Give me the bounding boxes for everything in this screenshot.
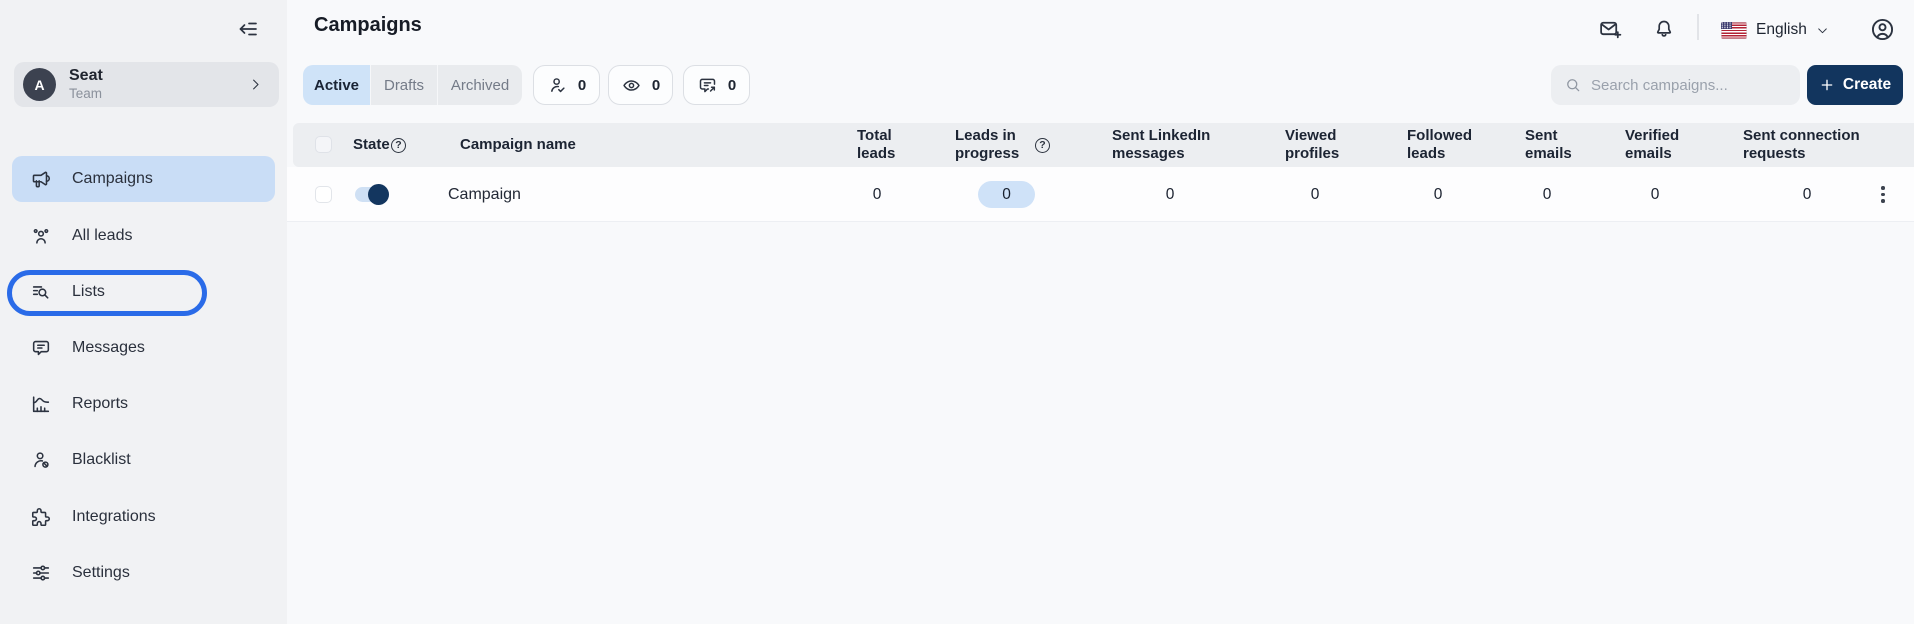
page-title: Campaigns [314, 14, 422, 37]
message-icon [30, 337, 52, 359]
sidebar-item-integrations[interactable]: Integrations [12, 494, 275, 540]
counter-value: 0 [728, 77, 736, 94]
viewed-profiles-cell: 0 [1302, 167, 1328, 222]
table-row [287, 167, 1914, 222]
sidebar-item-settings[interactable]: Settings [12, 550, 275, 596]
sidebar-item-label: Campaigns [72, 170, 153, 188]
counter-value: 0 [652, 77, 660, 94]
sidebar-item-label: Messages [72, 339, 145, 357]
sidebar-item-all-leads[interactable]: All leads [12, 213, 275, 259]
total-leads-cell: 0 [864, 167, 890, 222]
user-circle-icon[interactable] [1869, 16, 1896, 43]
search-box [1551, 65, 1800, 105]
list-search-icon [30, 281, 52, 303]
tab-drafts[interactable]: Drafts [370, 65, 437, 105]
tab-archived[interactable]: Archived [437, 65, 522, 105]
row-checkbox[interactable] [315, 186, 332, 203]
sidebar-item-label: Reports [72, 395, 128, 413]
column-header-campaign-name: Campaign name [460, 123, 576, 167]
workspace-subtitle: Team [69, 85, 103, 102]
column-header-sent-emails: Sent emails [1525, 123, 1577, 167]
workspace-switcher[interactable]: A Seat Team [14, 62, 279, 107]
users-icon [30, 225, 52, 247]
sidebar-item-label: All leads [72, 227, 132, 245]
campaign-status-tabs: Active Drafts Archived [303, 65, 522, 105]
plus-icon [1819, 77, 1835, 93]
create-button[interactable]: Create [1807, 65, 1903, 105]
state-toggle[interactable] [355, 187, 389, 202]
column-header-verified-emails: Verified emails [1625, 123, 1683, 167]
column-header-sent-linkedin-messages: Sent LinkedIn messages [1112, 123, 1222, 167]
counter-value: 0 [578, 77, 586, 94]
sliders-icon [30, 562, 52, 584]
language-label: English [1756, 21, 1807, 39]
eye-icon [621, 75, 642, 96]
column-header-viewed-profiles: Viewed profiles [1285, 123, 1347, 167]
tab-label: Archived [451, 77, 509, 94]
language-selector[interactable]: English [1721, 18, 1829, 42]
column-header-leads-in-progress: Leads in progress [955, 123, 1027, 167]
messages-counter[interactable]: 0 [683, 65, 750, 105]
collapse-sidebar-icon[interactable] [236, 17, 260, 41]
tab-label: Drafts [384, 77, 424, 94]
sent-emails-cell: 0 [1534, 167, 1560, 222]
campaign-name-cell[interactable]: Campaign [448, 167, 521, 222]
column-header-state: State [353, 123, 390, 167]
sidebar-item-label: Settings [72, 564, 130, 582]
chevron-down-icon [1816, 24, 1829, 37]
workspace-name: Seat [69, 67, 103, 85]
flag-us-icon [1721, 22, 1747, 39]
sidebar-item-reports[interactable]: Reports [12, 381, 275, 427]
user-check-icon [547, 75, 568, 96]
sidebar-item-label: Lists [72, 283, 105, 301]
leads-counter[interactable]: 0 [533, 65, 600, 105]
divider [1697, 14, 1699, 40]
workspace-avatar: A [23, 68, 56, 101]
sent-connection-requests-cell: 0 [1794, 167, 1820, 222]
chart-icon [30, 393, 52, 415]
chevron-right-icon [248, 77, 263, 92]
verified-emails-cell: 0 [1642, 167, 1668, 222]
tab-active[interactable]: Active [303, 65, 370, 105]
sidebar-item-label: Blacklist [72, 451, 131, 469]
leads-in-progress-badge: 0 [978, 181, 1035, 208]
search-icon [1564, 76, 1582, 94]
sidebar-item-messages[interactable]: Messages [12, 325, 275, 371]
toggle-knob [368, 184, 389, 205]
help-icon[interactable]: ? [391, 123, 406, 167]
column-header-total-leads: Total leads [857, 123, 905, 167]
views-counter[interactable]: 0 [608, 65, 673, 105]
puzzle-icon [30, 506, 52, 528]
message-share-icon [697, 75, 718, 96]
tab-label: Active [314, 77, 359, 94]
sidebar-item-label: Integrations [72, 508, 156, 526]
select-all-checkbox[interactable] [315, 136, 332, 153]
followed-leads-cell: 0 [1425, 167, 1451, 222]
sent-linkedin-messages-cell: 0 [1157, 167, 1183, 222]
mail-plus-icon[interactable] [1598, 17, 1623, 42]
sidebar-item-blacklist[interactable]: Blacklist [12, 437, 275, 483]
megaphone-icon [30, 168, 52, 190]
user-block-icon [30, 449, 52, 471]
sidebar-item-campaigns[interactable]: Campaigns [12, 156, 275, 202]
search-input[interactable] [1591, 77, 1781, 94]
create-button-label: Create [1843, 76, 1891, 94]
column-header-sent-connection-requests: Sent connection requests [1743, 123, 1868, 167]
column-header-followed-leads: Followed leads [1407, 123, 1479, 167]
row-actions-kebab-icon[interactable] [1876, 167, 1890, 222]
sidebar: A Seat Team Campaigns All leads [0, 0, 287, 624]
help-icon[interactable]: ? [1035, 123, 1050, 167]
bell-icon[interactable] [1652, 17, 1676, 41]
sidebar-item-lists[interactable]: Lists [12, 269, 275, 315]
